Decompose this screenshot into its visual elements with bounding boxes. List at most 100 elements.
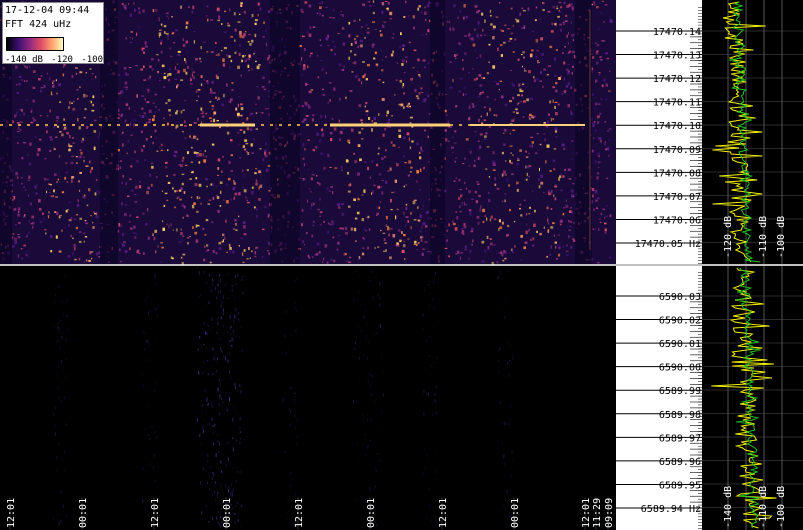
noise-speck	[205, 155, 207, 158]
noise-speck	[129, 13, 132, 17]
noise-speck	[482, 91, 484, 94]
noise-speck	[189, 135, 191, 138]
noise-speck	[79, 149, 82, 152]
noise-speck	[477, 140, 480, 142]
noise-speck	[202, 520, 203, 523]
noise-speck	[567, 64, 571, 65]
noise-speck	[203, 343, 205, 345]
noise-speck	[228, 352, 230, 355]
noise-speck	[243, 174, 245, 178]
noise-speck	[502, 41, 506, 44]
noise-speck	[234, 314, 236, 319]
noise-speck	[567, 42, 569, 45]
noise-speck	[371, 484, 373, 485]
noise-speck	[239, 129, 243, 131]
noise-speck	[15, 111, 18, 115]
noise-speck	[359, 342, 361, 345]
noise-speck	[162, 190, 163, 192]
noise-speck	[247, 152, 250, 155]
noise-speck	[181, 182, 184, 186]
noise-speck	[182, 44, 186, 47]
noise-speck	[236, 436, 238, 440]
noise-speck	[563, 147, 566, 150]
noise-speck	[70, 217, 73, 219]
noise-speck	[156, 314, 158, 319]
noise-speck	[353, 350, 355, 352]
noise-speck	[555, 184, 557, 186]
noise-speck	[176, 190, 179, 192]
noise-speck	[262, 36, 265, 38]
noise-speck	[506, 300, 508, 304]
noise-speck	[489, 107, 491, 112]
noise-speck	[391, 115, 393, 117]
noise-speck	[86, 95, 88, 97]
noise-speck	[506, 234, 509, 237]
noise-speck	[365, 434, 366, 436]
noise-speck	[568, 235, 570, 239]
noise-speck	[458, 42, 461, 45]
freq-label: 6590.03	[659, 292, 701, 303]
noise-speck	[362, 236, 365, 239]
noise-speck	[396, 208, 399, 210]
noise-speck	[225, 464, 227, 467]
noise-speck	[382, 403, 384, 407]
noise-speck	[123, 67, 127, 70]
noise-speck	[436, 357, 438, 360]
noise-speck	[58, 329, 60, 331]
noise-speck	[43, 85, 46, 88]
noise-speck	[46, 190, 48, 194]
freq-label: 6589.96	[659, 457, 701, 468]
noise-speck	[148, 120, 151, 123]
noise-speck	[71, 102, 73, 104]
noise-speck	[403, 234, 406, 237]
noise-speck	[95, 215, 99, 219]
noise-speck	[449, 86, 453, 89]
noise-speck	[421, 91, 423, 93]
noise-speck	[517, 103, 519, 106]
noise-speck	[326, 261, 329, 265]
noise-speck	[357, 172, 360, 176]
noise-speck	[144, 41, 147, 45]
noise-speck	[528, 152, 530, 154]
noise-speck	[235, 480, 237, 483]
noise-speck	[284, 451, 286, 454]
noise-speck	[422, 248, 425, 251]
noise-speck	[389, 167, 392, 171]
noise-speck	[604, 98, 608, 101]
noise-speck	[516, 112, 519, 114]
noise-speck	[58, 327, 60, 330]
noise-speck	[340, 10, 342, 13]
noise-speck	[210, 482, 212, 487]
noise-speck	[508, 373, 510, 377]
noise-speck	[476, 11, 479, 14]
bottom-waterfall[interactable]	[0, 266, 616, 530]
noise-speck	[554, 105, 556, 109]
noise-speck	[380, 425, 382, 430]
noise-speck	[325, 122, 327, 124]
noise-speck	[267, 165, 271, 167]
noise-speck	[553, 234, 555, 237]
noise-speck	[383, 98, 385, 100]
noise-speck	[544, 138, 546, 142]
noise-speck	[61, 229, 63, 232]
noise-speck	[265, 168, 269, 172]
noise-speck	[503, 423, 505, 425]
noise-speck	[222, 369, 224, 372]
noise-speck	[308, 106, 311, 109]
noise-speck	[359, 19, 361, 21]
noise-speck	[27, 179, 31, 181]
noise-speck	[510, 32, 514, 35]
noise-speck	[36, 152, 40, 157]
noise-speck	[69, 134, 71, 139]
noise-speck	[320, 44, 323, 47]
noise-speck	[57, 375, 59, 380]
noise-speck	[430, 286, 432, 288]
noise-speck	[347, 261, 351, 264]
noise-speck	[378, 147, 380, 150]
noise-speck	[73, 247, 76, 251]
noise-speck	[60, 491, 62, 494]
noise-speck	[182, 216, 184, 219]
noise-speck	[372, 270, 374, 273]
noise-speck	[159, 35, 161, 38]
noise-speck	[199, 196, 201, 199]
